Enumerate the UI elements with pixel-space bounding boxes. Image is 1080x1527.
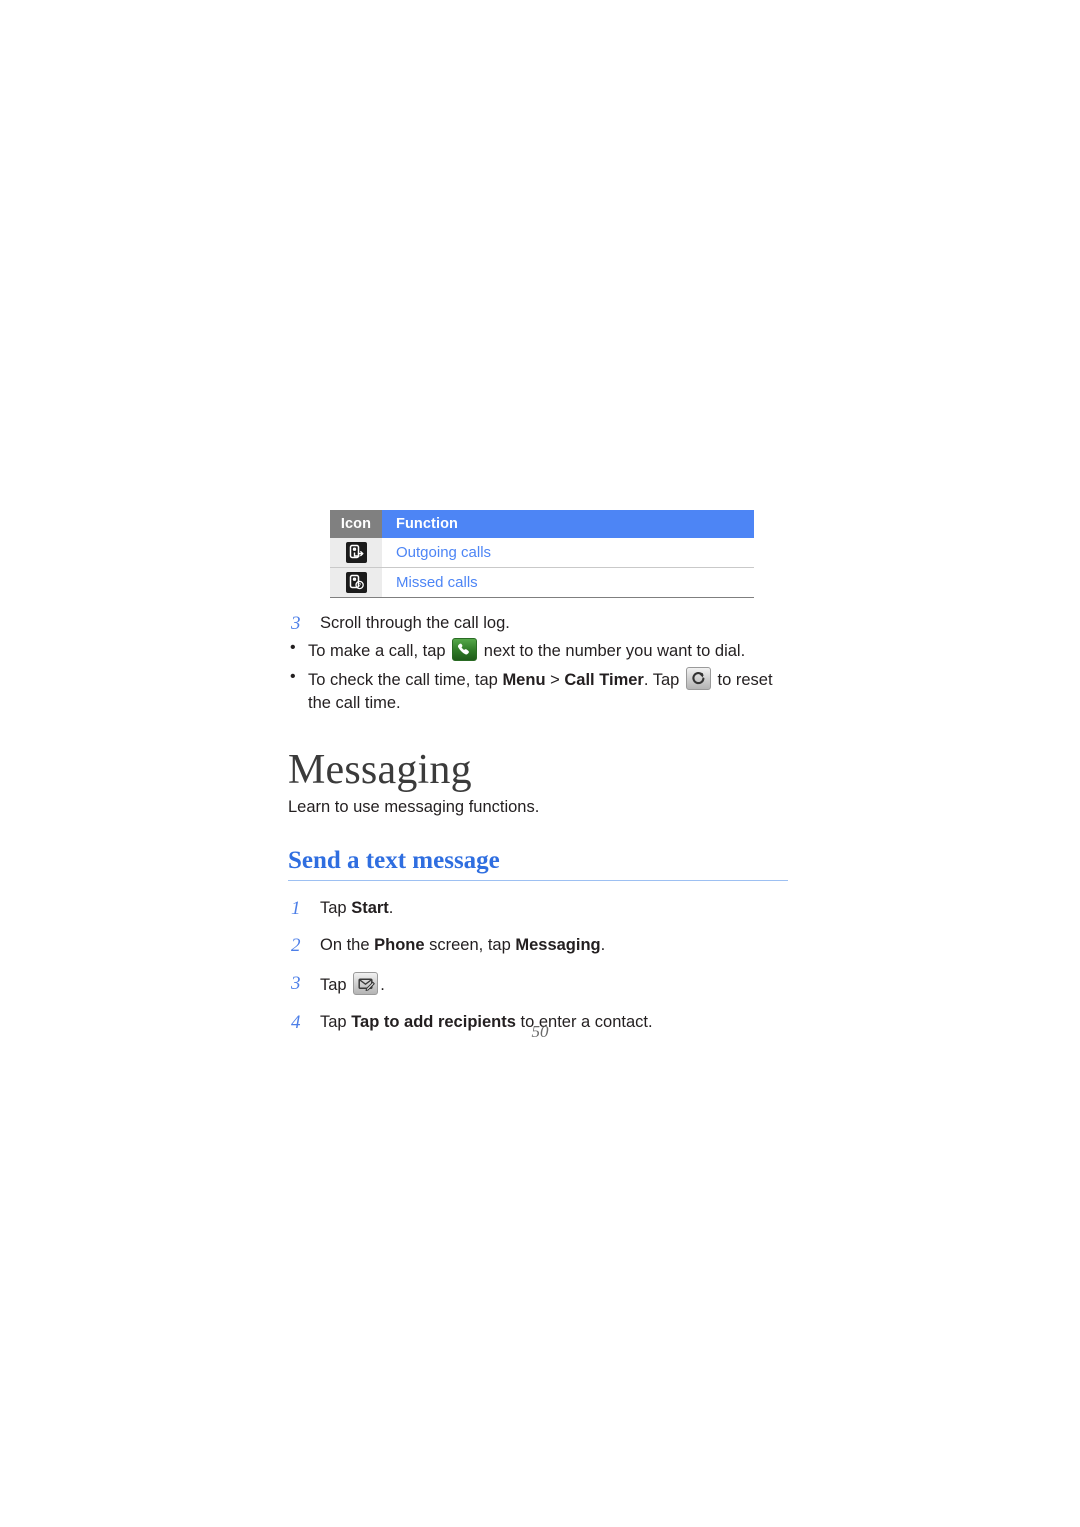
- bold-phone: Phone: [374, 936, 425, 955]
- step-text-pre: On the: [320, 936, 375, 955]
- column-header-icon: Icon: [330, 510, 382, 538]
- icon-function-table: Icon Function Outgoing calls ? Missed ca…: [330, 510, 754, 598]
- table-header-row: Icon Function: [330, 510, 754, 538]
- bold-menu: Menu: [502, 670, 546, 689]
- call-log-bullets: To make a call, tap next to the number y…: [288, 637, 788, 715]
- step-text-post: .: [600, 936, 606, 955]
- outgoing-call-icon: [345, 542, 367, 563]
- step-text-mid: screen, tap: [424, 936, 516, 955]
- page-title: Messaging: [288, 746, 472, 793]
- step-text-pre: Tap: [320, 975, 352, 994]
- bullet-text-part1: To make a call, tap: [308, 642, 446, 661]
- section-lede: Learn to use messaging functions.: [288, 798, 540, 817]
- bullet-text-part1: To check the call time, tap: [308, 670, 498, 689]
- new-message-button-icon[interactable]: [353, 971, 379, 995]
- list-item: To check the call time, tap Menu > Call …: [288, 666, 788, 715]
- step-phone-screen: 2 On the Phone screen, tap Messaging.: [288, 934, 788, 957]
- step-number: 1: [291, 897, 301, 919]
- bullet-text-part2: next to the number you want to dial.: [483, 642, 746, 661]
- bold-messaging: Messaging: [515, 936, 601, 955]
- step-text: Scroll through the call log.: [320, 614, 510, 632]
- table-row: Outgoing calls: [330, 538, 754, 568]
- manual-page: Icon Function Outgoing calls ? Missed ca…: [0, 0, 1080, 1527]
- svg-text:?: ?: [358, 583, 361, 589]
- bold-call-timer: Call Timer: [564, 670, 644, 689]
- reset-button-icon[interactable]: [685, 666, 711, 690]
- column-header-function: Function: [382, 510, 754, 538]
- separator: >: [550, 670, 560, 689]
- page-number: 50: [531, 1022, 549, 1041]
- table-cell-icon: [330, 538, 382, 568]
- subsection-title: Send a text message: [288, 847, 788, 881]
- bold-start: Start: [351, 898, 389, 917]
- bullet-text-part2: . Tap: [643, 670, 680, 689]
- missed-call-icon: ?: [345, 572, 367, 593]
- step-text-pre: Tap: [320, 898, 352, 917]
- green-call-button-icon[interactable]: [452, 638, 478, 662]
- send-text-steps: 1 Tap Start. 2 On the Phone screen, tap Me…: [288, 897, 788, 1035]
- list-item: To make a call, tap next to the number y…: [288, 637, 788, 663]
- table-cell-icon: ?: [330, 567, 382, 598]
- step-text-post: .: [388, 898, 394, 917]
- table-row: ? Missed calls: [330, 567, 754, 598]
- page-content: Icon Function Outgoing calls ? Missed ca…: [288, 510, 788, 1049]
- table-cell-function: Outgoing calls: [382, 538, 754, 568]
- step-call-log: 3 Scroll through the call log.: [288, 612, 788, 635]
- step-tap-start: 1 Tap Start.: [288, 897, 788, 920]
- step-number: 2: [291, 935, 301, 957]
- table-cell-function: Missed calls: [396, 574, 478, 591]
- step-number: 3: [291, 972, 301, 994]
- step-text-post: .: [380, 975, 385, 994]
- step-tap-compose: 3 Tap .: [288, 971, 788, 997]
- step-number: 3: [291, 613, 301, 634]
